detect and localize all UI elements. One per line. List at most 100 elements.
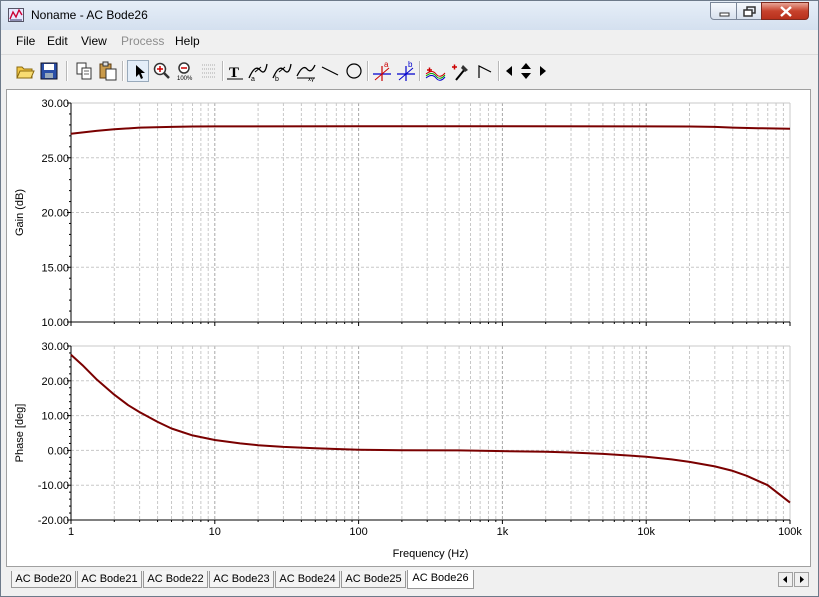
phase-x-tick-label: 10 bbox=[209, 526, 221, 538]
tab-ac-bode24[interactable]: AC Bode24 bbox=[275, 571, 340, 588]
svg-text:b: b bbox=[275, 76, 279, 82]
cursor-a-icon: a bbox=[373, 60, 391, 81]
svg-text:a: a bbox=[251, 76, 255, 82]
polyline-icon bbox=[478, 65, 492, 78]
move-right-icon bbox=[540, 66, 546, 76]
pointer-icon bbox=[136, 65, 145, 79]
phase-x-tick-label: 100 bbox=[349, 526, 367, 538]
phase-y-tick-label: 10.00 bbox=[41, 411, 69, 423]
menu-process[interactable]: Process bbox=[121, 34, 164, 48]
text-icon: T bbox=[227, 65, 243, 81]
phase-y-tick-label: 0.00 bbox=[48, 445, 69, 457]
phase-y-tick-label: 30.00 bbox=[41, 341, 69, 353]
toolbar: 100% T a b xy a b bbox=[1, 54, 818, 87]
tab-ac-bode23[interactable]: AC Bode23 bbox=[209, 571, 274, 588]
line-button[interactable] bbox=[319, 60, 341, 82]
menu-edit[interactable]: Edit bbox=[47, 34, 68, 48]
marker-button[interactable] bbox=[449, 60, 471, 82]
open-button[interactable] bbox=[14, 60, 36, 82]
phase-y-tick-label: -20.00 bbox=[38, 515, 69, 527]
restore-icon bbox=[743, 6, 756, 17]
tab-ac-bode26[interactable]: AC Bode26 bbox=[407, 570, 474, 589]
zoom-100-button[interactable]: 100% bbox=[174, 60, 196, 82]
gain-y-tick-label: 20.00 bbox=[41, 208, 69, 220]
axis-label-icon: xy bbox=[296, 64, 316, 82]
phase-x-tick-label: 10k bbox=[637, 526, 655, 538]
svg-text:a: a bbox=[384, 60, 389, 69]
cursor-b-label-button[interactable]: b bbox=[271, 60, 293, 82]
move-left-button[interactable] bbox=[502, 60, 516, 82]
gain-y-tick-label: 10.00 bbox=[41, 317, 69, 329]
add-curve-button[interactable] bbox=[424, 60, 446, 82]
open-folder-icon bbox=[16, 66, 35, 79]
move-left-icon bbox=[506, 66, 512, 76]
cursor-b-label-icon: b bbox=[272, 63, 292, 82]
cursor-b-icon: b bbox=[397, 60, 415, 81]
copy-button[interactable] bbox=[73, 60, 95, 82]
cursor-a-label-button[interactable]: a bbox=[247, 60, 269, 82]
zoom-in-button[interactable] bbox=[151, 60, 173, 82]
gain-y-tick-label: 25.00 bbox=[41, 153, 69, 165]
paste-icon bbox=[99, 61, 117, 81]
gain-y-tick-label: 30.00 bbox=[41, 98, 69, 110]
minimize-button[interactable] bbox=[710, 2, 737, 20]
cursor-b-button[interactable]: b bbox=[395, 60, 417, 82]
bode-plot[interactable]: 10.0015.0020.0025.0030.00Gain (dB)-20.00… bbox=[7, 90, 810, 566]
tab-ac-bode20[interactable]: AC Bode20 bbox=[11, 571, 76, 588]
menu-bar: File Edit View Process Help bbox=[1, 31, 818, 51]
text-button[interactable]: T bbox=[224, 60, 246, 82]
ellipse-button[interactable] bbox=[343, 60, 365, 82]
maximize-button[interactable] bbox=[736, 2, 762, 20]
phase-y-tick-label: -10.00 bbox=[38, 480, 69, 492]
app-window: Noname - AC Bode26 File Edit View Proces… bbox=[0, 0, 819, 597]
cursor-a-button[interactable]: a bbox=[371, 60, 393, 82]
tab-ac-bode21[interactable]: AC Bode21 bbox=[77, 571, 142, 588]
save-icon bbox=[40, 62, 58, 80]
svg-text:100%: 100% bbox=[177, 76, 193, 82]
paste-button[interactable] bbox=[97, 60, 119, 82]
close-button[interactable] bbox=[761, 2, 809, 20]
app-icon bbox=[8, 8, 24, 22]
cursor-a-label-icon: a bbox=[248, 63, 268, 82]
plot-area[interactable]: 10.00 15.00 20.00 25.00 30.00 Gain (dB) -20.00… bbox=[6, 89, 811, 567]
grid-button[interactable] bbox=[198, 60, 220, 82]
grid-icon bbox=[202, 64, 216, 78]
move-updown-icon bbox=[521, 63, 531, 79]
phase-x-tick-label: 1 bbox=[68, 526, 74, 538]
menu-view[interactable]: View bbox=[81, 34, 107, 48]
save-button[interactable] bbox=[38, 60, 60, 82]
tab-scroll-left-button[interactable] bbox=[778, 572, 793, 587]
title-bar[interactable]: Noname - AC Bode26 bbox=[1, 1, 818, 30]
gain-curve bbox=[70, 125, 791, 135]
document-tabs: AC Bode20 AC Bode21 AC Bode22 AC Bode23 … bbox=[1, 569, 818, 591]
phase-x-tick-label: 100k bbox=[778, 526, 802, 538]
line-icon bbox=[321, 66, 339, 76]
tab-ac-bode25[interactable]: AC Bode25 bbox=[341, 571, 406, 588]
phase-x-tick-label: 1k bbox=[497, 526, 509, 538]
copy-icon bbox=[76, 62, 92, 80]
gain-y-axis-label: Gain (dB) bbox=[14, 189, 26, 236]
polyline-button[interactable] bbox=[474, 60, 496, 82]
scroll-left-icon bbox=[783, 576, 787, 583]
phase-x-axis-label: Frequency (Hz) bbox=[393, 548, 469, 560]
phase-curve bbox=[70, 353, 791, 504]
ellipse-icon bbox=[346, 63, 362, 79]
close-icon bbox=[780, 6, 792, 17]
pointer-button[interactable] bbox=[127, 60, 149, 82]
zoom-100-icon: 100% bbox=[177, 62, 193, 82]
tab-scroll-right-button[interactable] bbox=[794, 572, 809, 587]
gain-y-tick-label: 15.00 bbox=[41, 262, 69, 274]
menu-file[interactable]: File bbox=[16, 34, 35, 48]
phase-y-tick-label: 20.00 bbox=[41, 376, 69, 388]
svg-text:xy: xy bbox=[308, 77, 314, 82]
axis-label-button[interactable]: xy bbox=[295, 60, 317, 82]
minimize-icon bbox=[719, 12, 730, 17]
move-updown-button[interactable] bbox=[516, 60, 536, 82]
add-curve-icon bbox=[425, 67, 446, 81]
move-right-button[interactable] bbox=[536, 60, 550, 82]
marker-icon bbox=[452, 64, 468, 81]
menu-help[interactable]: Help bbox=[175, 34, 200, 48]
tab-ac-bode22[interactable]: AC Bode22 bbox=[143, 571, 208, 588]
scroll-right-icon bbox=[800, 576, 804, 583]
svg-text:b: b bbox=[408, 60, 413, 69]
